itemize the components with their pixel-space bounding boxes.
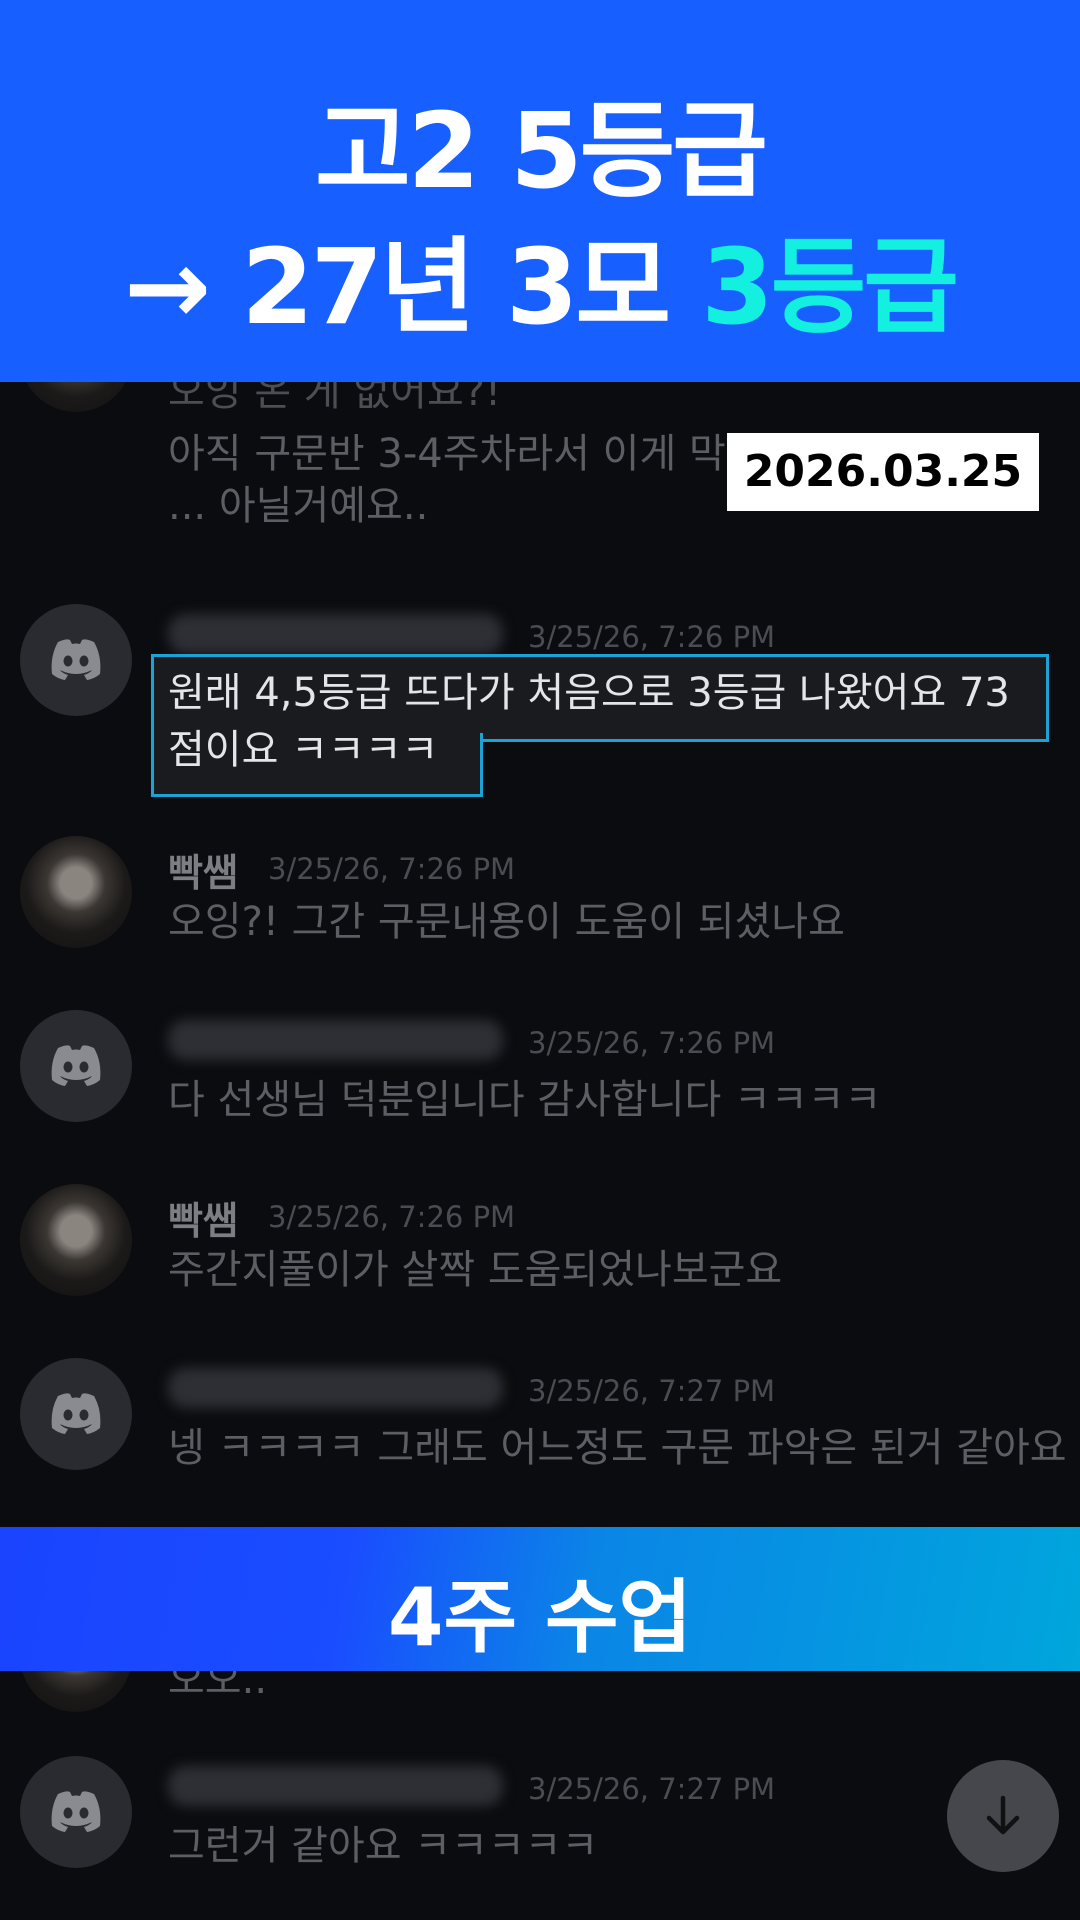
avatar[interactable]: [20, 1358, 132, 1470]
message-text: 원래 4,5등급 뜨다가 처음으로 3등급 나왔어요 73: [168, 670, 1010, 716]
message-text: 오잉?! 그간 구문내용이 도움이 되셨나요: [168, 899, 845, 945]
message-text: 아직 구문반 3-4주차라서 이게 막 ... 아닐거예요..: [168, 431, 726, 529]
timestamp: 3/25/26, 7:27 PM: [528, 1772, 776, 1806]
avatar[interactable]: [20, 1184, 132, 1296]
discord-icon: [51, 1045, 101, 1086]
headline-accent: 3등급: [701, 226, 959, 348]
headline-line-1: 고2 5등급: [315, 90, 768, 212]
avatar[interactable]: [20, 836, 132, 948]
timestamp: 3/25/26, 7:26 PM: [268, 852, 516, 886]
label-band: 4주 수업: [0, 1527, 1080, 1671]
message-text: 그런거 같아요 ㅋㅋㅋㅋㅋ: [168, 1823, 599, 1869]
message-text: 넹 ㅋㅋㅋㅋ 그래도 어느정도 구문 파악은 된거 같아요: [168, 1425, 1067, 1471]
discord-icon: [51, 1393, 101, 1434]
arrow-down-icon: [986, 1795, 1020, 1835]
band-label: 4주 수업: [387, 1571, 693, 1664]
avatar[interactable]: [20, 604, 132, 716]
scroll-to-bottom-button[interactable]: [947, 1760, 1059, 1872]
timestamp: 3/25/26, 7:26 PM: [528, 1026, 776, 1060]
date-badge: 2026.03.25: [727, 433, 1039, 511]
discord-icon: [51, 639, 101, 680]
message-text: 주간지풀이가 살짝 도움되었나보군요: [168, 1247, 783, 1293]
headline-line-2-prefix: → 27년 3모: [124, 226, 702, 348]
message-text: 다 선생님 덕분입니다 감사합니다 ㅋㅋㅋㅋ: [168, 1077, 882, 1123]
blurred-username: [168, 614, 503, 654]
message-text: 점이요 ㅋㅋㅋㅋ: [168, 727, 439, 773]
blurred-username: [168, 1020, 503, 1060]
avatar[interactable]: [20, 1010, 132, 1122]
avatar[interactable]: [20, 1756, 132, 1868]
username[interactable]: 빡쌤: [168, 1190, 238, 1245]
timestamp: 3/25/26, 7:26 PM: [528, 620, 776, 654]
blurred-username: [168, 1368, 503, 1408]
timestamp: 3/25/26, 7:26 PM: [268, 1200, 516, 1234]
headline-banner: 고2 5등급 → 27년 3모 3등급: [0, 0, 1080, 382]
discord-icon: [51, 1791, 101, 1832]
timestamp: 3/25/26, 7:27 PM: [528, 1374, 776, 1408]
headline-line-2: → 27년 3모 3등급: [0, 202, 1080, 353]
username[interactable]: 빡쌤: [168, 842, 238, 897]
blurred-username: [168, 1766, 503, 1806]
